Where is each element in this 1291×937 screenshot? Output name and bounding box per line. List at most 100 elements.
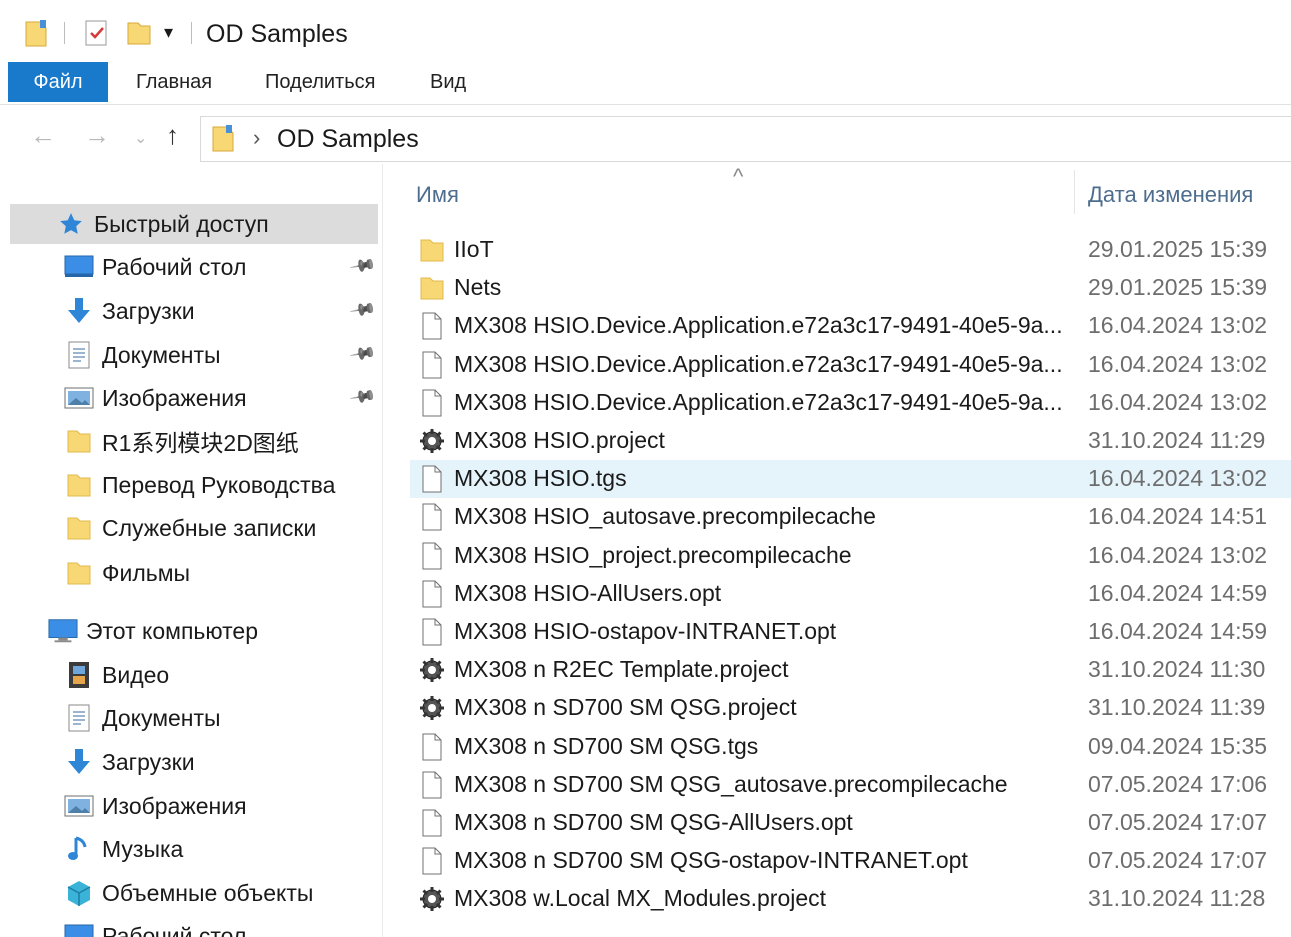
sidebar-item-3d-objects[interactable]: Объемные объекты	[64, 873, 313, 913]
table-row[interactable]: MX308 n R2EC Template.project 31.10.2024 …	[410, 651, 1291, 689]
file-date: 16.04.2024 13:02	[1088, 465, 1268, 492]
sidebar-item-label: Изображения	[102, 384, 247, 411]
table-row[interactable]: MX308 n SD700 SM QSG-AllUsers.opt 07.05.2…	[410, 804, 1291, 842]
window-title: OD Samples	[206, 20, 348, 48]
file-date: 16.04.2024 13:02	[1088, 541, 1268, 568]
file-name: MX308 HSIO_project.precompilecache	[454, 541, 852, 568]
sidebar-item-videos[interactable]: Видео	[64, 655, 169, 695]
customize-toolbar-icon[interactable]: ▾	[164, 22, 173, 43]
sidebar-item-pictures[interactable]: Изображения	[64, 378, 247, 418]
address-bar[interactable]: › OD Samples	[200, 116, 1291, 162]
column-header-date[interactable]: Дата изменения	[1088, 182, 1253, 208]
sidebar-item-label: Видео	[102, 661, 170, 688]
file-icon	[418, 542, 446, 570]
file-name: MX308 n SD700 SM QSG_autosave.precompile…	[454, 770, 1008, 797]
file-icon	[418, 389, 446, 417]
sidebar-item-pc-pictures[interactable]: Изображения	[64, 786, 247, 826]
table-row[interactable]: MX308 HSIO-ostapov-INTRANET.opt 16.04.202…	[410, 613, 1291, 651]
sidebar-item-label: Фильмы	[102, 559, 191, 586]
sidebar-item-folder-translation[interactable]: Перевод Руководства	[64, 465, 335, 505]
file-icon	[418, 809, 446, 837]
new-folder-icon[interactable]	[126, 18, 152, 53]
tab-home[interactable]: Главная	[136, 62, 212, 102]
column-header-name[interactable]: Имя	[416, 182, 459, 208]
folder-icon	[64, 513, 94, 543]
table-row[interactable]: MX308 HSIO_autosave.precompilecache 16.04…	[410, 498, 1291, 536]
pictures-icon	[64, 383, 94, 413]
pin-icon[interactable]: 📌	[348, 383, 377, 412]
sidebar-item-this-pc[interactable]: Этот компьютер	[48, 611, 258, 651]
file-icon	[418, 733, 446, 761]
sidebar-item-documents[interactable]: Документы	[64, 335, 221, 375]
table-row[interactable]: MX308 HSIO.project 31.10.2024 11:29	[410, 422, 1291, 460]
sidebar-item-folder-r1[interactable]: R1系列模块2D图纸	[64, 421, 299, 461]
project-icon	[418, 656, 446, 684]
table-row[interactable]: MX308 HSIO.Device.Application.e72a3c17-9…	[410, 307, 1291, 345]
file-date: 16.04.2024 13:02	[1088, 350, 1268, 377]
file-icon	[418, 312, 446, 340]
table-row[interactable]: MX308 n SD700 SM QSG-ostapov-INTRANET.op…	[410, 842, 1291, 880]
sidebar-item-folder-films[interactable]: Фильмы	[64, 553, 190, 593]
sidebar-item-pc-desktop[interactable]: Рабочий стол	[64, 916, 246, 937]
file-name: MX308 HSIO.Device.Application.e72a3c17-9…	[454, 312, 1063, 339]
folder-icon	[64, 470, 94, 500]
table-row[interactable]: MX308 n SD700 SM QSG.project 31.10.2024 1…	[410, 689, 1291, 727]
table-row[interactable]: IIoT 29.01.2025 15:39	[410, 231, 1291, 269]
table-row[interactable]: MX308 HSIO-AllUsers.opt 16.04.2024 14:59	[410, 575, 1291, 613]
pin-icon[interactable]: 📌	[348, 296, 377, 325]
file-name: MX308 HSIO.tgs	[454, 465, 627, 492]
file-name: MX308 HSIO_autosave.precompilecache	[454, 503, 876, 530]
table-row[interactable]: Nets 29.01.2025 15:39	[410, 269, 1291, 307]
pin-icon[interactable]: 📌	[348, 340, 377, 369]
download-icon	[64, 296, 94, 326]
table-row[interactable]: MX308 HSIO_project.precompilecache 16.04.…	[410, 537, 1291, 575]
folder-icon	[418, 274, 446, 302]
pin-icon[interactable]: 📌	[348, 252, 377, 281]
forward-arrow-icon[interactable]: →	[84, 120, 110, 151]
table-row[interactable]: MX308 HSIO.tgs 16.04.2024 13:02	[410, 460, 1291, 499]
table-row[interactable]: MX308 n SD700 SM QSG_autosave.precompile…	[410, 766, 1291, 804]
tab-file[interactable]: Файл	[8, 62, 108, 102]
breadcrumb[interactable]: OD Samples	[277, 125, 419, 154]
column-divider[interactable]	[1074, 170, 1075, 214]
computer-icon	[48, 616, 78, 646]
folder-properties-icon[interactable]	[24, 18, 52, 53]
tab-view[interactable]: Вид	[430, 62, 466, 102]
table-row[interactable]: MX308 HSIO.Device.Application.e72a3c17-9…	[410, 346, 1291, 384]
sidebar-item-desktop[interactable]: Рабочий стол	[64, 247, 246, 287]
sidebar-item-label: Этот компьютер	[86, 617, 258, 644]
sidebar-item-pc-downloads[interactable]: Загрузки	[64, 742, 195, 782]
folder-icon	[64, 426, 94, 456]
file-name: MX308 HSIO.Device.Application.e72a3c17-9…	[454, 350, 1063, 377]
recent-locations-chevron-icon[interactable]: ⌄	[134, 128, 147, 148]
sidebar-item-pc-documents[interactable]: Документы	[64, 698, 221, 738]
file-name: MX308 n SD700 SM QSG.project	[454, 694, 797, 721]
table-row[interactable]: MX308 n SD700 SM QSG.tgs 09.04.2024 15:35	[410, 728, 1291, 766]
file-date: 16.04.2024 13:02	[1088, 388, 1268, 415]
sidebar-item-downloads[interactable]: Загрузки	[64, 291, 195, 331]
table-row[interactable]: MX308 w.Local MX_Modules.project 31.10.20…	[410, 880, 1291, 918]
sidebar-item-folder-memos[interactable]: Служебные записки	[64, 508, 316, 548]
file-icon	[418, 465, 446, 493]
file-name: MX308 HSIO-AllUsers.opt	[454, 579, 722, 606]
project-icon	[418, 885, 446, 913]
folder-location-icon	[211, 123, 237, 158]
back-arrow-icon[interactable]: ←	[30, 120, 56, 151]
table-row[interactable]: MX308 HSIO.Device.Application.e72a3c17-9…	[410, 384, 1291, 422]
file-icon	[418, 351, 446, 379]
download-icon	[64, 747, 94, 777]
properties-icon[interactable]	[84, 18, 110, 53]
sidebar-item-label: Документы	[102, 341, 221, 368]
music-icon	[64, 834, 94, 864]
folder-icon	[418, 236, 446, 264]
sidebar-item-label: Рабочий стол	[102, 253, 247, 280]
up-arrow-icon[interactable]: ↑	[166, 120, 179, 151]
sidebar-item-music[interactable]: Музыка	[64, 829, 183, 869]
sidebar-item-label: R1系列模块2D图纸	[102, 430, 299, 456]
tab-share[interactable]: Поделиться	[265, 62, 375, 102]
breadcrumb-chevron-icon[interactable]: ›	[253, 125, 260, 151]
navigation-pane: Быстрый доступ Рабочий стол 📌 Загрузки 📌 Доку…	[0, 164, 383, 937]
file-name: IIoT	[454, 236, 494, 262]
sidebar-item-quick-access[interactable]: Быстрый доступ	[10, 204, 378, 244]
file-name: MX308 w.Local MX_Modules.project	[454, 885, 827, 912]
